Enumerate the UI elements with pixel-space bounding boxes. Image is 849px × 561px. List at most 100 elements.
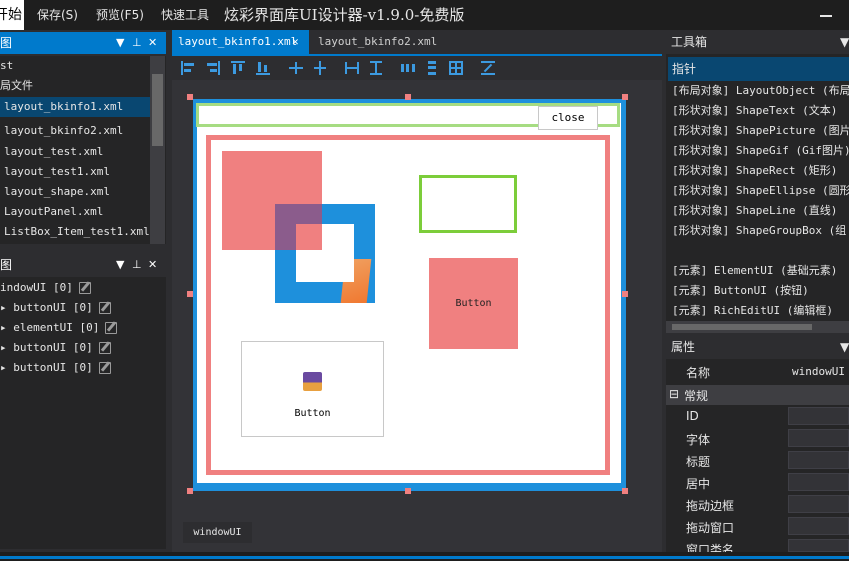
tab-layout-bkinfo1[interactable]: layout_bkinfo1.xml ✕	[172, 30, 309, 54]
pin-icon[interactable]: ⊥	[132, 32, 142, 54]
prop-drag-window-input[interactable]	[788, 517, 849, 535]
resize-handle[interactable]	[405, 94, 411, 100]
toolbox-item[interactable]: [布局对象] LayoutObject (布局	[672, 81, 849, 101]
same-height-icon[interactable]	[368, 60, 384, 76]
toolbox-item[interactable]: [形状对象] ShapeGif (Gif图片)	[672, 141, 849, 161]
distribute-horizontal-icon[interactable]	[400, 60, 416, 76]
prop-section-general[interactable]: ⊟ 常规	[666, 385, 849, 405]
design-canvas[interactable]: close Button Button windowUI	[172, 80, 662, 552]
prop-drag-border-input[interactable]	[788, 495, 849, 513]
dropdown-icon[interactable]: ▼	[840, 335, 849, 359]
edit-icon[interactable]	[98, 342, 111, 354]
tree-item[interactable]: indowUI [0]	[0, 278, 91, 298]
tab-layout-bkinfo2[interactable]: layout_bkinfo2.xml	[312, 30, 449, 54]
center-horizontal-icon[interactable]	[312, 60, 328, 76]
project-file-list: st 局文件 layout_bkinfo1.xml layout_bkinfo2…	[0, 56, 166, 244]
resize-handle[interactable]	[405, 488, 411, 494]
expand-icon[interactable]: ▸	[0, 361, 7, 374]
toolbox-item[interactable]: [形状对象] ShapePicture (图片	[672, 121, 849, 141]
prop-name-value[interactable]: windowUI	[792, 365, 845, 378]
center-vertical-icon[interactable]	[288, 60, 304, 76]
icon-button-label: Button	[294, 408, 331, 419]
file-item[interactable]: layout_test.xml	[0, 142, 103, 162]
file-item[interactable]: layout_bkinfo1.xml	[0, 97, 150, 117]
quick-tools-menu[interactable]: 快速工具	[161, 0, 209, 30]
file-item[interactable]: layout_test1.xml	[0, 162, 110, 182]
prop-title-input[interactable]	[788, 451, 849, 469]
window-tag[interactable]: windowUI	[183, 522, 252, 543]
close-icon[interactable]: ✕	[292, 30, 299, 54]
resize-handle[interactable]	[622, 291, 628, 297]
pin-icon[interactable]: ⊥	[132, 254, 142, 276]
close-icon[interactable]: ✕	[148, 254, 157, 276]
preview-menu[interactable]: 预览(F5)	[96, 0, 144, 30]
toolbox-hscrollbar[interactable]	[666, 321, 849, 333]
scrollbar[interactable]	[150, 56, 165, 244]
status-bar	[0, 552, 849, 561]
toolbox-item[interactable]: [元素] ButtonUI (按钮)	[672, 281, 809, 301]
toolbox-pointer[interactable]: 指针	[668, 57, 849, 81]
editor-tabs: layout_bkinfo1.xml ✕ layout_bkinfo2.xml	[172, 30, 662, 54]
toolbox-item[interactable]: [形状对象] ShapeRect (矩形)	[672, 161, 837, 181]
dropdown-icon[interactable]: ▼	[116, 254, 124, 276]
prop-id-input[interactable]	[788, 407, 849, 425]
file-item[interactable]: layout_bkinfo2.xml	[0, 121, 123, 141]
toolbox-item[interactable]: [形状对象] ShapeText (文本)	[672, 101, 837, 121]
edit-icon[interactable]	[105, 322, 118, 334]
tree-item[interactable]: ▸ elementUI [0]	[0, 318, 118, 338]
grid-icon[interactable]	[448, 60, 464, 76]
resize-handle[interactable]	[622, 94, 628, 100]
save-menu[interactable]: 保存(S)	[37, 0, 78, 30]
prop-class-name-input[interactable]	[788, 539, 849, 552]
toolbox-item[interactable]: [元素] RichEditUI (编辑框)	[672, 301, 833, 321]
prop-field-label: 拖动窗口	[686, 521, 735, 535]
tree-item[interactable]: ▸ buttonUI [0]	[0, 358, 111, 378]
expand-icon[interactable]: ▸	[0, 341, 7, 354]
prop-field-label: ID	[686, 409, 699, 423]
icon-button[interactable]: Button	[241, 341, 384, 437]
pink-button[interactable]: Button	[429, 258, 518, 349]
expand-icon[interactable]: ▸	[0, 321, 7, 334]
distribute-vertical-icon[interactable]	[424, 60, 440, 76]
alignment-toolbar	[172, 56, 662, 80]
menubar: 开始 保存(S) 预览(F5) 快速工具 炫彩界面库UI设计器-v1.9.0-免…	[0, 0, 849, 30]
close-button[interactable]: close	[538, 106, 598, 130]
app-title: 炫彩界面库UI设计器-v1.9.0-免费版	[224, 6, 465, 24]
edit-icon[interactable]	[98, 362, 111, 374]
tree-item[interactable]: ▸ buttonUI [0]	[0, 298, 111, 318]
align-right-icon[interactable]	[205, 60, 221, 76]
file-item[interactable]: LayoutPanel.xml	[0, 202, 103, 222]
align-left-icon[interactable]	[180, 60, 196, 76]
toolbox-item[interactable]: [形状对象] ShapeEllipse (圆形	[672, 181, 849, 201]
toolbox-item[interactable]: [形状对象] ShapeLine (直线)	[672, 201, 837, 221]
expand-icon[interactable]: ▸	[0, 301, 7, 314]
collapse-icon[interactable]: ⊟	[669, 387, 679, 401]
tree-item[interactable]: ▸ buttonUI [0]	[0, 338, 111, 358]
prop-field-label: 居中	[686, 477, 711, 491]
prop-font-input[interactable]	[788, 429, 849, 447]
resize-handle[interactable]	[187, 488, 193, 494]
toolbox-item[interactable]: [元素] ElementUI (基础元素)	[672, 261, 837, 281]
resize-handle[interactable]	[187, 291, 193, 297]
dropdown-icon[interactable]: ▼	[116, 32, 124, 54]
text-style-icon[interactable]	[480, 60, 496, 76]
toolbox-item[interactable]: [形状对象] ShapeGroupBox (组	[672, 221, 846, 241]
resize-handle[interactable]	[622, 488, 628, 494]
shape-rect-green[interactable]	[419, 175, 517, 233]
align-top-icon[interactable]	[230, 60, 246, 76]
edit-icon[interactable]	[78, 282, 91, 294]
same-width-icon[interactable]	[344, 60, 360, 76]
close-icon[interactable]: ✕	[148, 32, 157, 54]
align-bottom-icon[interactable]	[255, 60, 271, 76]
project-root-item[interactable]: st	[0, 56, 13, 76]
start-menu[interactable]: 开始	[0, 0, 24, 30]
dropdown-icon[interactable]: ▼	[840, 30, 849, 54]
file-item[interactable]: ListBox_Item_test1.xml	[0, 222, 150, 242]
element-tree-header: 图 ▼ ⊥ ✕	[0, 254, 166, 276]
prop-center-input[interactable]	[788, 473, 849, 491]
file-item[interactable]: layout_shape.xml	[0, 182, 110, 202]
layout-folder-item[interactable]: 局文件	[0, 76, 33, 96]
resize-handle[interactable]	[187, 94, 193, 100]
minimize-icon[interactable]	[820, 15, 832, 17]
edit-icon[interactable]	[98, 302, 111, 314]
